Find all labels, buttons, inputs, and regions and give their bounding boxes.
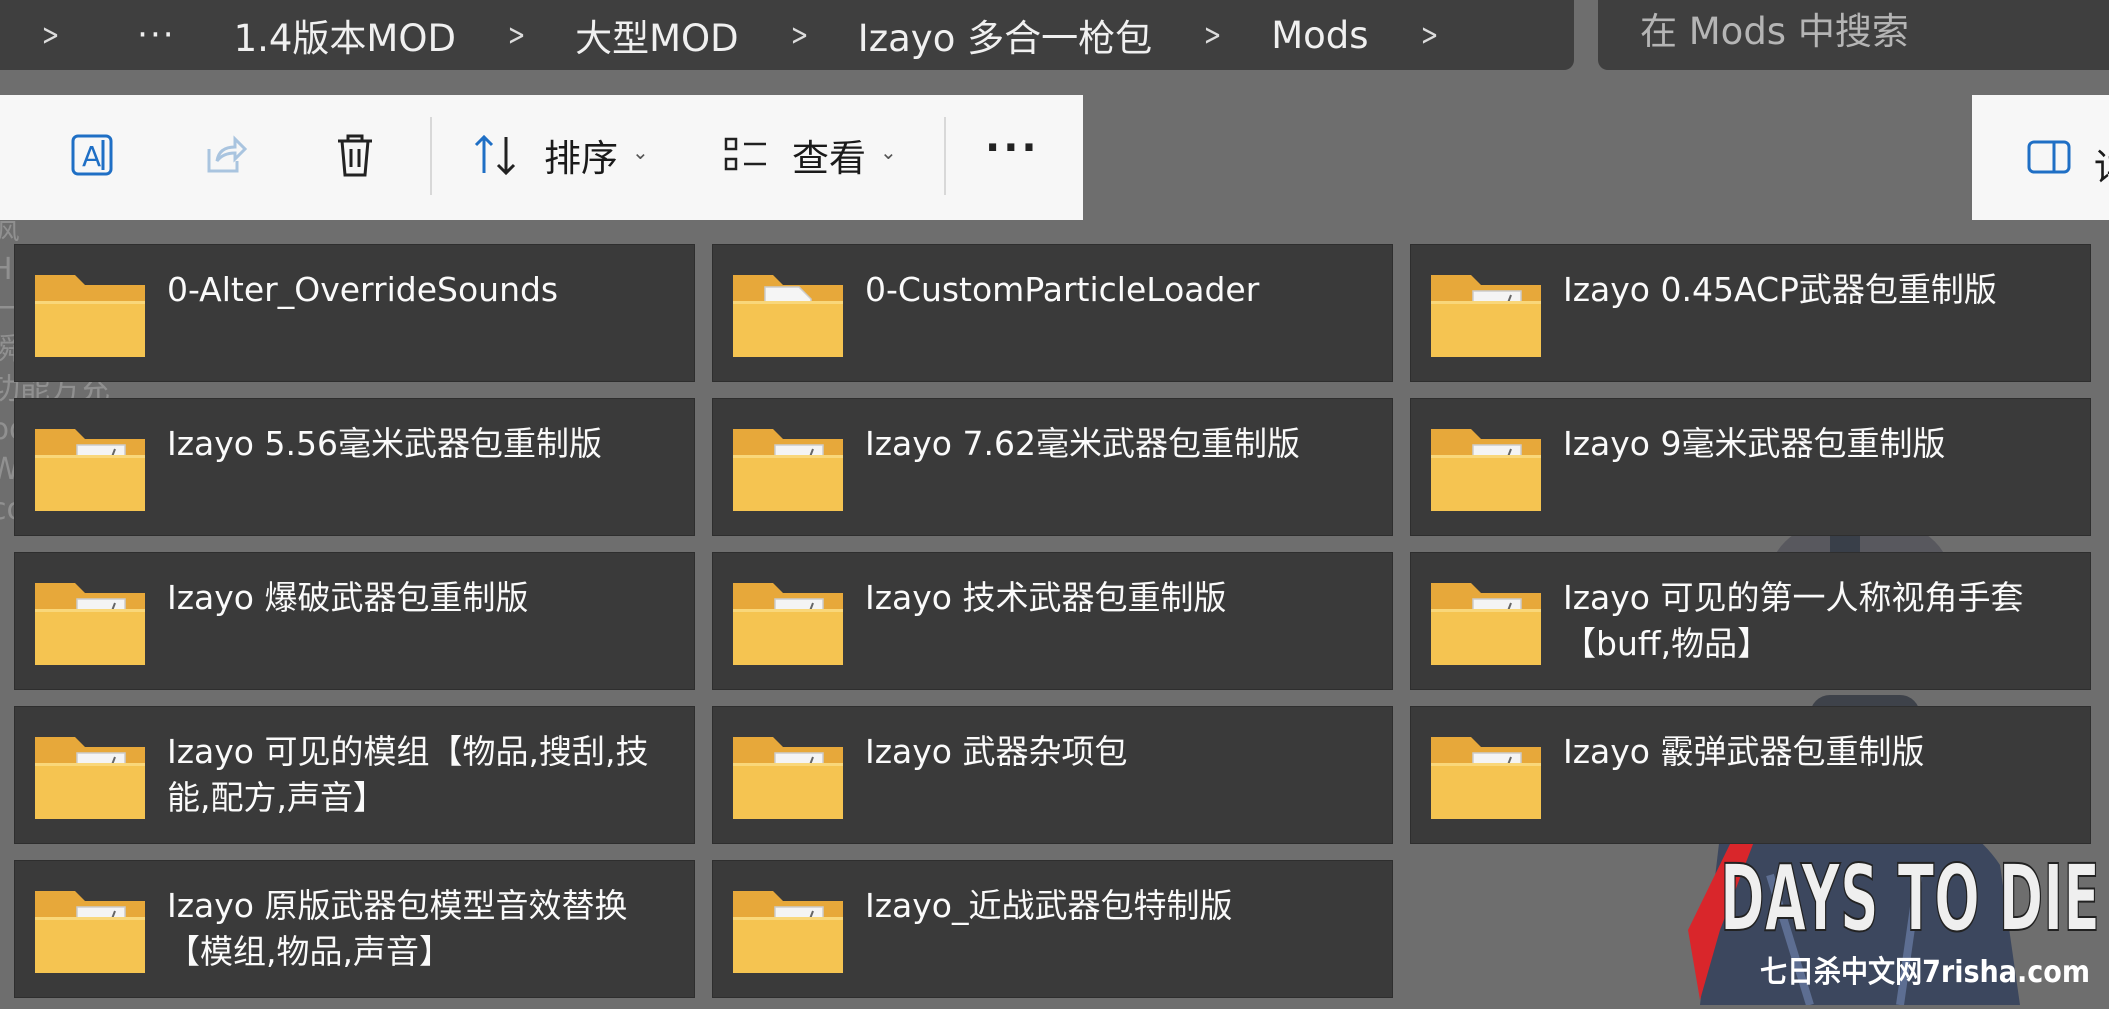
search-input[interactable] [1638, 4, 2102, 58]
sort-label: 排序 [544, 137, 618, 180]
breadcrumb-item[interactable]: 大型MOD [575, 8, 739, 62]
folder-name: Izayo 7.62毫米武器包重制版 [865, 424, 1300, 463]
breadcrumb-overflow-button[interactable]: ··· [137, 15, 175, 55]
folder-doc-icon [733, 275, 843, 357]
details-pane-icon [2027, 140, 2071, 174]
chevron-right-icon[interactable]: > [790, 18, 808, 53]
details-label: 详 [2094, 137, 2109, 191]
folder-name: Izayo 爆破武器包重制版 [167, 578, 529, 617]
folder-img-icon [733, 737, 843, 819]
folder-img-icon [733, 891, 843, 973]
folder-name: Izayo 技术武器包重制版 [865, 578, 1227, 617]
folder-name: Izayo 可见的模组【物品,搜刮,技能,配方,声音】 [167, 732, 649, 817]
folder-name: Izayo 0.45ACP武器包重制版 [1563, 270, 1997, 309]
folder-name: Izayo_近战武器包特制版 [865, 886, 1233, 925]
svg-text:A: A [82, 140, 101, 173]
folder-icon [35, 275, 145, 357]
folder-img-icon [733, 583, 843, 665]
folder-item[interactable]: Izayo 技术武器包重制版 [712, 552, 1393, 690]
chevron-down-icon: ⌄ [632, 140, 649, 164]
view-list-icon [724, 137, 766, 171]
folder-name: 0-CustomParticleLoader [865, 270, 1260, 309]
folder-item[interactable]: Izayo 可见的第一人称视角手套【buff,物品】 [1410, 552, 2091, 690]
folder-img-icon [1431, 429, 1541, 511]
sort-icon [474, 134, 516, 176]
breadcrumb-item[interactable]: Mods [1271, 14, 1368, 57]
folder-name: Izayo 5.56毫米武器包重制版 [167, 424, 602, 463]
folder-item[interactable]: Izayo 可见的模组【物品,搜刮,技能,配方,声音】 [14, 706, 695, 844]
divider [430, 117, 432, 195]
folder-img-icon [1431, 737, 1541, 819]
trash-icon[interactable] [325, 125, 385, 185]
folder-name: Izayo 可见的第一人称视角手套【buff,物品】 [1563, 578, 2024, 663]
more-options-button[interactable]: ··· [985, 125, 1040, 171]
address-bar[interactable]: > ··· 1.4版本MOD > 大型MOD > Izayo 多合一枪包 > M… [0, 0, 1574, 70]
logo-subtitle: 七日杀中文网7risha.com [1760, 955, 2090, 990]
folder-item[interactable]: Izayo 原版武器包模型音效替换【模组,物品,声音】 [14, 860, 695, 998]
folder-name: Izayo 9毫米武器包重制版 [1563, 424, 1946, 463]
view-label: 查看 [792, 137, 866, 180]
folder-item[interactable]: Izayo 9毫米武器包重制版 [1410, 398, 2091, 536]
chevron-right-icon[interactable]: > [1204, 18, 1222, 53]
logo-title: DAYS TO DIE [1720, 845, 2100, 952]
chevron-right-icon[interactable]: > [508, 18, 526, 53]
breadcrumb-item[interactable]: 1.4版本MOD [234, 8, 456, 62]
view-button[interactable]: 查看 ⌄ [722, 123, 897, 187]
sort-button[interactable]: 排序 ⌄ [472, 123, 649, 187]
chevron-right-icon[interactable]: > [42, 18, 60, 53]
folder-img-icon [35, 583, 145, 665]
folder-item[interactable]: Izayo_近战武器包特制版 [712, 860, 1393, 998]
rename-icon[interactable]: A [62, 125, 122, 185]
folder-img-icon [1431, 275, 1541, 357]
folder-item[interactable]: 0-CustomParticleLoader [712, 244, 1393, 382]
folder-img-icon [1431, 583, 1541, 665]
folder-item[interactable]: Izayo 爆破武器包重制版 [14, 552, 695, 690]
folder-item[interactable]: Izayo 武器杂项包 [712, 706, 1393, 844]
breadcrumb-item[interactable]: Izayo 多合一枪包 [858, 8, 1152, 62]
folder-name: 0-Alter_OverrideSounds [167, 270, 559, 309]
folder-item[interactable]: Izayo 0.45ACP武器包重制版 [1410, 244, 2091, 382]
details-pane-button[interactable]: 详 [1972, 95, 2109, 220]
folder-img-icon [733, 429, 843, 511]
divider [944, 117, 946, 195]
folder-item[interactable]: Izayo 霰弹武器包重制版 [1410, 706, 2091, 844]
search-box[interactable] [1598, 0, 2109, 70]
folder-item[interactable]: 0-Alter_OverrideSounds [14, 244, 695, 382]
share-icon[interactable] [195, 125, 255, 185]
folder-name: Izayo 原版武器包模型音效替换【模组,物品,声音】 [167, 886, 628, 971]
folder-img-icon [35, 737, 145, 819]
command-bar: A 排序 ⌄ 查看 ⌄ ··· [0, 95, 1083, 220]
folder-item[interactable]: Izayo 5.56毫米武器包重制版 [14, 398, 695, 536]
folder-img-icon [35, 429, 145, 511]
folder-item[interactable]: Izayo 7.62毫米武器包重制版 [712, 398, 1393, 536]
folder-img-icon [35, 891, 145, 973]
chevron-right-icon[interactable]: > [1420, 18, 1438, 53]
folder-name: Izayo 武器杂项包 [865, 732, 1128, 771]
folder-name: Izayo 霰弹武器包重制版 [1563, 732, 1925, 771]
chevron-down-icon: ⌄ [880, 140, 897, 164]
